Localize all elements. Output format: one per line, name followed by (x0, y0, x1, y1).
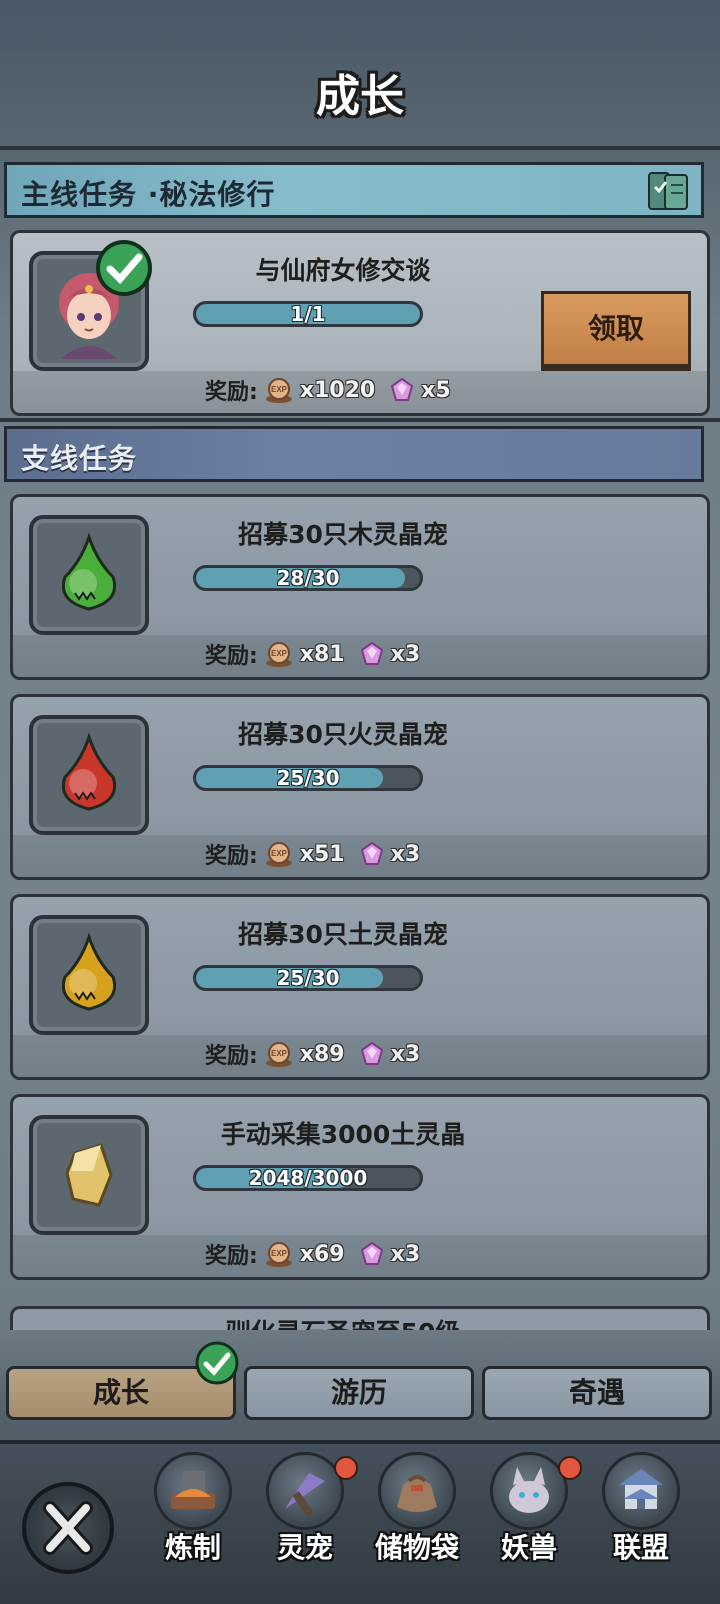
red-slime-icon (29, 715, 149, 835)
exp-amount: x1020 (299, 377, 376, 403)
alliance-icon (602, 1452, 680, 1530)
reward-label: 奖励: (205, 844, 258, 869)
side-quest-card: 手动采集3000土灵晶 2048/3000 奖励: EXP x69 x3 (10, 1094, 710, 1280)
nav-alliance[interactable]: 联盟 (586, 1452, 696, 1592)
earth-crystal-icon (29, 1115, 149, 1235)
side-task-progress-bar: 28/30 (193, 565, 423, 591)
svg-text:EXP: EXP (271, 1049, 288, 1058)
side-task-name: 招募30只火灵晶宠 (238, 720, 448, 749)
claim-button[interactable]: 领取 (541, 291, 691, 367)
svg-text:EXP: EXP (271, 849, 288, 858)
nav-forge[interactable]: 炼制 (138, 1452, 248, 1592)
yellow-slime-icon (29, 915, 149, 1035)
side-task-progress-bar: 25/30 (193, 965, 423, 991)
bag-icon (378, 1452, 456, 1530)
close-icon (43, 1501, 93, 1555)
nav-beast[interactable]: 妖兽 (474, 1452, 584, 1592)
progress-text: 25/30 (276, 966, 340, 990)
section-divider (0, 418, 720, 422)
exp-icon: EXP (265, 1242, 292, 1267)
svg-text:EXP: EXP (271, 1249, 288, 1258)
crystal-amount: x3 (390, 841, 421, 867)
beast-badge (558, 1456, 582, 1480)
svg-text:EXP: EXP (271, 649, 288, 658)
beast-icon (490, 1452, 568, 1530)
spirit-crystal-icon (360, 1241, 383, 1265)
exp-icon: EXP (265, 842, 292, 867)
reward-label: 奖励: (205, 1044, 258, 1069)
side-quest-card: 招募30只土灵晶宠 25/30 奖励: EXP x89 x3 (10, 894, 710, 1080)
progress-text: 2048/3000 (248, 1166, 368, 1190)
reward-label: 奖励: (205, 1244, 258, 1269)
tab-active-check-icon (195, 1341, 239, 1385)
nav-beast-label: 妖兽 (500, 1531, 557, 1564)
side-quest-title: 支线任务 (21, 442, 138, 475)
nav-pet-label: 灵宠 (276, 1531, 333, 1564)
main-quest-card: 与仙府女修交谈 1/1 领取 奖励: EXP x1020 x5 (10, 230, 710, 416)
header-divider (0, 146, 720, 150)
nav-pet[interactable]: 灵宠 (250, 1452, 360, 1592)
green-slime-icon (29, 515, 149, 635)
close-button[interactable] (22, 1482, 114, 1574)
exp-amount: x81 (299, 641, 345, 667)
nav-bag[interactable]: 储物袋 (362, 1452, 472, 1592)
reward-label: 奖励: (205, 380, 258, 405)
progress-text: 1/1 (290, 302, 326, 326)
side-quest-card: 招募30只火灵晶宠 25/30 奖励: EXP x51 x3 (10, 694, 710, 880)
tab-travel[interactable]: 游历 (244, 1366, 474, 1420)
main-quest-title: 主线任务 ·秘法修行 (21, 178, 276, 211)
side-task-reward: 奖励: EXP x51 x3 (205, 839, 428, 870)
side-task-progress-bar: 2048/3000 (193, 1165, 423, 1191)
side-task-reward: 奖励: EXP x69 x3 (205, 1239, 428, 1270)
crystal-amount: x3 (390, 641, 421, 667)
exp-icon: EXP (265, 1042, 292, 1067)
pet-icon (266, 1452, 344, 1530)
exp-icon: EXP (265, 378, 292, 403)
side-task-progress-bar: 25/30 (193, 765, 423, 791)
side-quest-card: 招募30只木灵晶宠 28/30 奖励: EXP x81 x3 (10, 494, 710, 680)
nav-forge-label: 炼制 (164, 1531, 221, 1564)
exp-amount: x69 (299, 1241, 345, 1267)
spirit-crystal-icon (360, 641, 383, 665)
crystal-amount: x3 (390, 1241, 421, 1267)
side-task-name: 招募30只土灵晶宠 (238, 920, 448, 949)
main-task-reward: 奖励: EXP x1020 x5 (205, 375, 459, 406)
side-task-reward: 奖励: EXP x81 x3 (205, 639, 428, 670)
tab-bar: 成长 游历 奇遇 (0, 1340, 720, 1420)
progress-text: 28/30 (276, 566, 340, 590)
crystal-amount: x3 (390, 1041, 421, 1067)
side-task-name: 手动采集3000土灵晶 (220, 1120, 466, 1149)
exp-icon: EXP (265, 642, 292, 667)
main-task-name: 与仙府女修交谈 (255, 256, 431, 285)
nav-alliance-label: 联盟 (612, 1531, 669, 1564)
progress-text: 25/30 (276, 766, 340, 790)
svg-text:EXP: EXP (271, 385, 288, 394)
pet-badge (334, 1456, 358, 1480)
main-task-progress-bar: 1/1 (193, 301, 423, 327)
exp-amount: x51 (299, 841, 345, 867)
page-title: 成长 (316, 71, 404, 122)
spirit-crystal-icon (360, 1041, 383, 1065)
reward-label: 奖励: (205, 644, 258, 669)
side-task-reward: 奖励: EXP x89 x3 (205, 1039, 428, 1070)
completed-check-icon (96, 240, 152, 296)
side-task-name: 招募30只木灵晶宠 (238, 520, 448, 549)
main-quest-banner: 主线任务 ·秘法修行 (4, 162, 704, 218)
spirit-crystal-icon (391, 377, 414, 401)
nav-bag-label: 储物袋 (374, 1531, 459, 1564)
quest-scroll-icon[interactable] (645, 169, 693, 213)
forge-icon (154, 1452, 232, 1530)
side-quest-banner: 支线任务 (4, 426, 704, 482)
crystal-amount: x5 (421, 377, 451, 403)
tab-encounter[interactable]: 奇遇 (482, 1366, 712, 1420)
exp-amount: x89 (299, 1041, 345, 1067)
spirit-crystal-icon (360, 841, 383, 865)
